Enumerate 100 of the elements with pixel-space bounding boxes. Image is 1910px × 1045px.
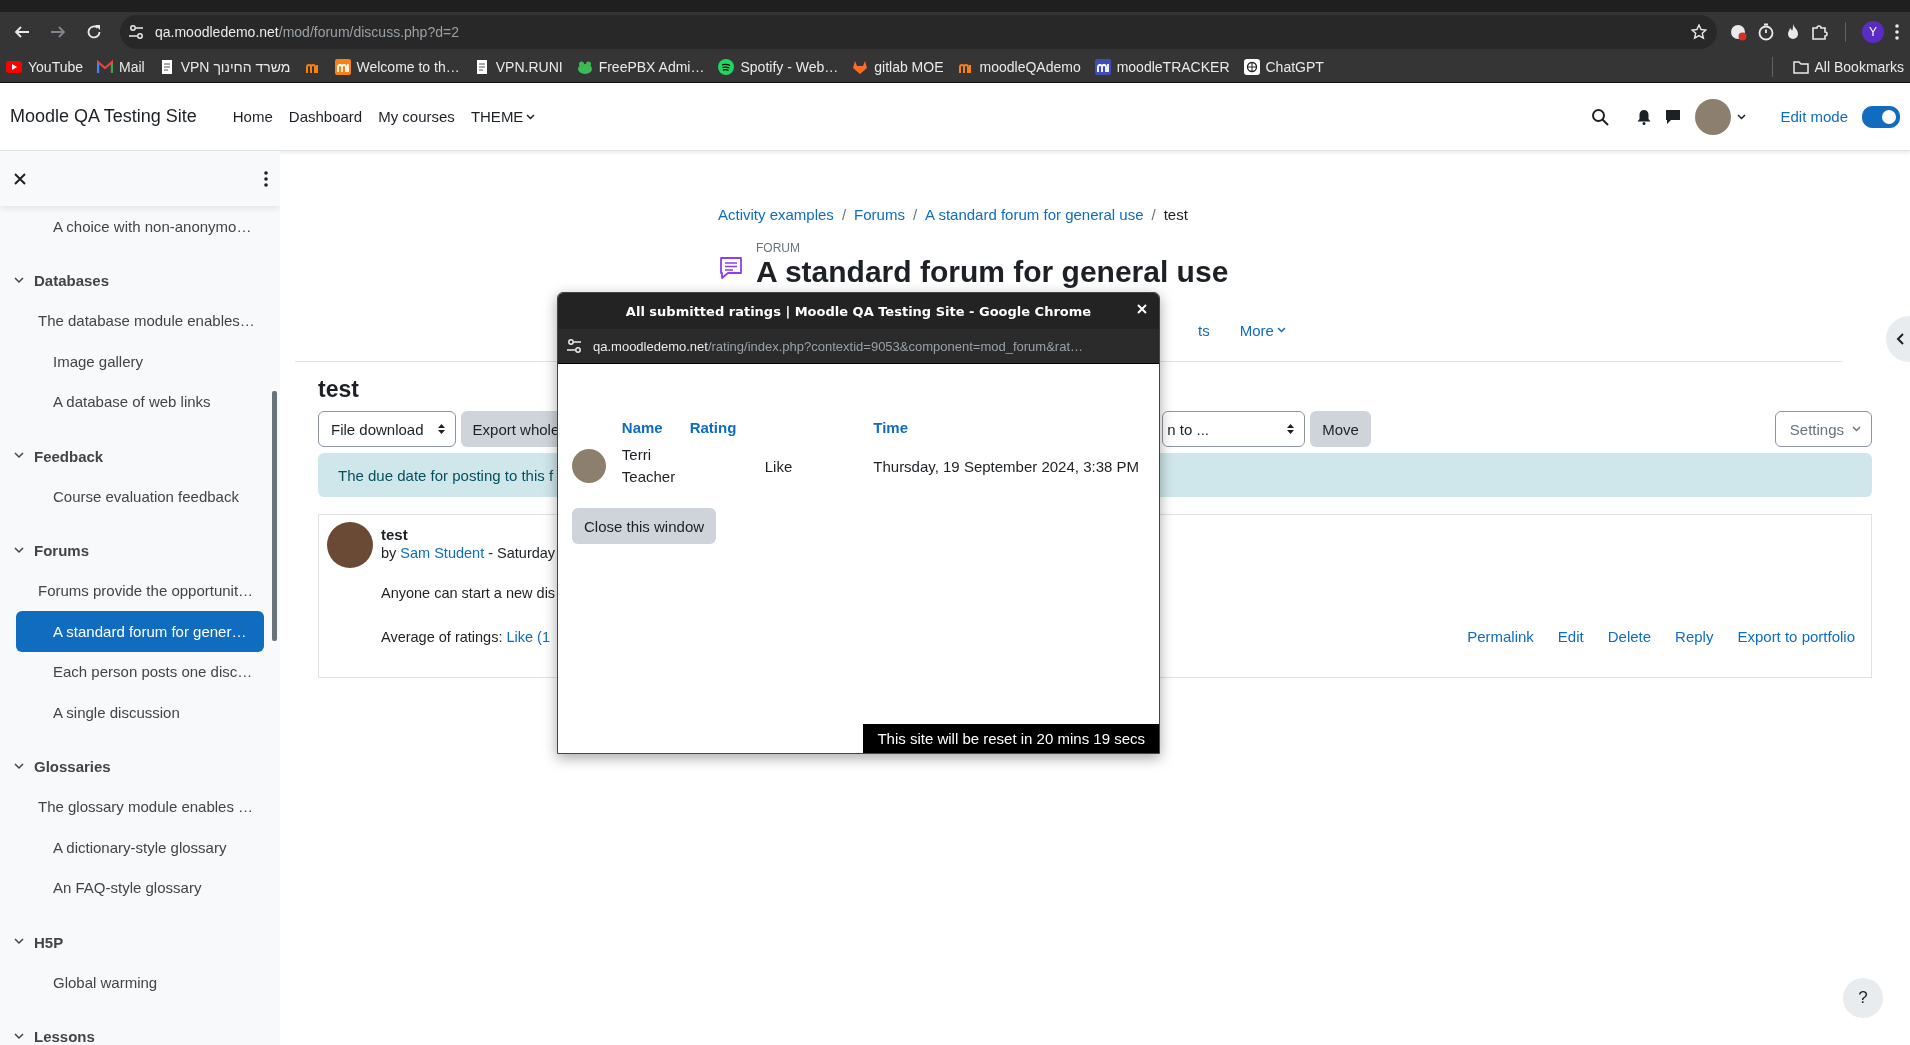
author-avatar[interactable] (327, 522, 373, 568)
secondary-nav-link[interactable]: ts (1198, 321, 1210, 339)
more-options-icon[interactable] (264, 170, 268, 187)
bookmark[interactable]: VPN משרד החינוך (158, 59, 291, 75)
course-index-item[interactable]: Global warming (16, 962, 264, 1003)
column-header[interactable]: Rating (689, 419, 874, 444)
select-field[interactable]: File download (318, 411, 456, 447)
star-icon[interactable] (1691, 24, 1707, 40)
column-header[interactable]: Time (873, 419, 1145, 444)
menu-icon[interactable] (1894, 23, 1900, 41)
course-index-item[interactable]: A standard forum for gener… (16, 611, 264, 652)
nav-link[interactable]: Dashboard (280, 108, 371, 125)
course-index-item[interactable]: A dictionary-style glossary (16, 827, 264, 868)
flame-icon[interactable] (1785, 23, 1801, 41)
bookmark[interactable]: VPN.RUNI (473, 59, 563, 75)
puzzle-icon[interactable] (1811, 23, 1829, 41)
speech-bubble-icon (718, 255, 744, 281)
edit-mode-toggle[interactable] (1862, 105, 1900, 128)
nav-link[interactable]: THEME (462, 108, 544, 125)
address-bar[interactable]: qa.moodledemo.net/mod/forum/discuss.php?d=2 (120, 15, 1717, 49)
button[interactable]: Export whole (460, 411, 560, 447)
user-avatar[interactable] (1695, 98, 1732, 135)
section-header[interactable]: Feedback (14, 436, 264, 476)
extension-icon[interactable] (1729, 23, 1747, 41)
course-index-item[interactable]: A choice with non-anonymo… (16, 206, 264, 247)
post-action-link[interactable]: Edit (1557, 627, 1584, 645)
bookmark[interactable]: ChatGPT (1243, 59, 1324, 75)
author-link[interactable]: Sam Student (400, 545, 485, 561)
back-icon[interactable] (14, 24, 30, 40)
chevron-down-icon[interactable] (14, 452, 24, 460)
section-header[interactable]: Forums (14, 530, 264, 571)
site-name[interactable]: Moodle QA Testing Site (10, 106, 197, 127)
course-index-item[interactable]: Each person posts one disc… (16, 651, 264, 692)
bookmark[interactable]: FreePBX Admi… (576, 59, 705, 75)
author-line: by Sam Student - Saturday (381, 545, 556, 561)
play-icon (6, 59, 22, 75)
course-index-item[interactable]: Forums provide the opportunit… (16, 570, 264, 611)
bookmark[interactable]: Welcome to th… (334, 59, 460, 75)
scrollbar-thumb[interactable] (272, 391, 277, 641)
bookmark[interactable]: Mail (97, 59, 145, 75)
chevron-down-icon[interactable] (14, 762, 24, 771)
chevron-down-icon[interactable] (14, 938, 24, 946)
bookmark[interactable]: Spotify - Web… (718, 59, 839, 75)
breadcrumb-link[interactable]: A standard forum for general use (925, 206, 1144, 223)
select-field[interactable]: n to ... (1162, 411, 1306, 447)
activity-type-label: FORUM (756, 241, 801, 255)
section-header[interactable]: Glossaries (14, 746, 264, 787)
course-index-item[interactable]: The database module enables… (16, 300, 264, 341)
bookmark[interactable]: gitlab MOE (852, 59, 944, 75)
post-action-link[interactable]: Export to portfolio (1737, 627, 1855, 645)
all-bookmarks-button[interactable]: All Bookmarks (1792, 59, 1904, 75)
secondary-nav-link[interactable]: More (1239, 321, 1286, 339)
breadcrumb-separator: / (1151, 206, 1156, 223)
section-header[interactable]: Lessons (14, 1016, 264, 1045)
close-icon[interactable] (14, 172, 26, 185)
settings-button[interactable]: Settings (1774, 411, 1872, 447)
music-icon (718, 59, 735, 75)
course-index-item[interactable]: A single discussion (16, 692, 264, 733)
chevron-down-icon[interactable] (14, 1032, 24, 1041)
section-header[interactable]: Databases (14, 260, 264, 301)
address-text[interactable]: qa.moodledemo.net/mod/forum/discuss.php?d=2 (155, 24, 1691, 40)
site-settings-icon[interactable] (566, 337, 583, 355)
site-settings-icon[interactable] (128, 23, 145, 41)
page-title: A standard forum for general use (756, 255, 1229, 289)
bookmark[interactable]: YouTube (6, 59, 83, 75)
chevron-left-icon (1896, 333, 1904, 345)
logo-icon (1094, 59, 1111, 75)
bookmark[interactable]: moodleQAdemo (957, 59, 1081, 75)
course-index-item[interactable]: The glossary module enables … (16, 786, 264, 827)
section-header[interactable]: H5P (14, 922, 264, 962)
post-action-link[interactable]: Permalink (1467, 627, 1534, 645)
course-index-item[interactable]: A database of web links (16, 381, 264, 422)
search-icon[interactable] (1591, 107, 1610, 126)
course-index-item[interactable]: An FAQ-style glossary (16, 867, 264, 908)
forward-icon[interactable] (50, 24, 66, 40)
nav-link[interactable]: Home (224, 108, 281, 125)
course-index-item[interactable]: Image gallery (16, 341, 264, 382)
breadcrumb-link[interactable]: Activity examples (718, 206, 834, 223)
course-index-item[interactable]: Course evaluation feedback (16, 476, 264, 517)
bell-icon[interactable] (1637, 108, 1652, 125)
ratings-link[interactable]: Like (1 (506, 629, 550, 645)
reload-icon[interactable] (86, 24, 102, 40)
knot-icon (1243, 59, 1260, 75)
column-header[interactable]: Name (621, 419, 690, 444)
help-button[interactable]: ? (1843, 978, 1883, 1018)
breadcrumb-link[interactable]: Forums (854, 206, 905, 223)
discussion-title: test (318, 376, 360, 403)
profile-button[interactable]: Y (1862, 21, 1884, 43)
mail-icon (97, 59, 113, 75)
bookmark[interactable]: moodleTRACKER (1094, 59, 1230, 75)
close-window-button[interactable]: Close this window (572, 508, 717, 544)
button[interactable]: Move (1310, 411, 1371, 447)
post-action-link[interactable]: Delete (1607, 627, 1652, 645)
post-action-link[interactable]: Reply (1675, 627, 1714, 645)
nav-link[interactable]: My courses (370, 108, 463, 125)
chevron-down-icon[interactable] (14, 546, 24, 555)
stopwatch-icon[interactable] (1757, 23, 1775, 41)
caret-icon (1737, 113, 1747, 120)
chat-icon[interactable] (1665, 108, 1682, 125)
chevron-down-icon[interactable] (14, 276, 24, 285)
